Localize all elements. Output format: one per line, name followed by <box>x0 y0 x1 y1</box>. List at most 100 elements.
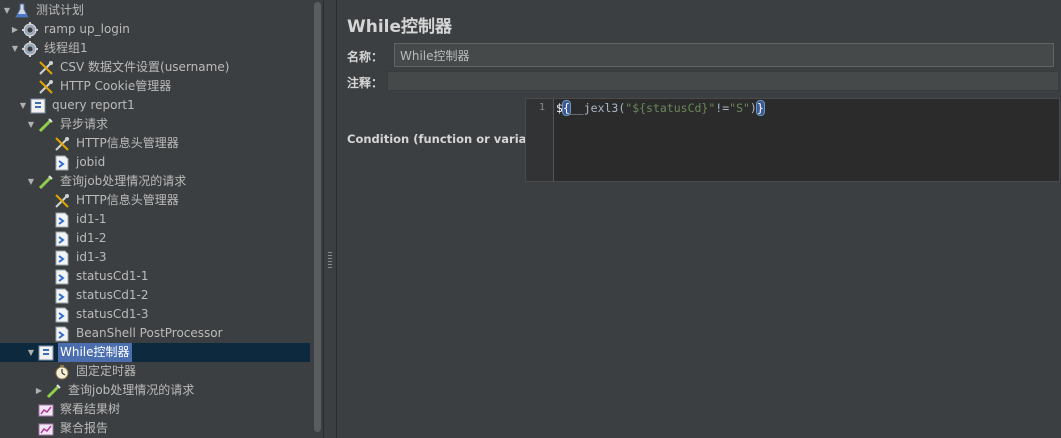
expand-arrow-icon[interactable]: ▼ <box>26 177 36 187</box>
tree-node[interactable]: ▶ ramp up_login <box>0 20 310 39</box>
toggle-placeholder <box>42 215 52 225</box>
tree-node-label: jobid <box>76 155 106 169</box>
tree-node[interactable]: HTTP信息头管理器 <box>0 191 310 210</box>
toggle-placeholder <box>42 158 52 168</box>
condition-label: Condition (function or variable) <box>347 132 552 146</box>
editor-gutter: 1 <box>526 99 554 181</box>
toggle-placeholder <box>26 82 36 92</box>
tree-node-label: statusCd1-3 <box>76 307 149 321</box>
tree-scrollbar-thumb[interactable] <box>314 2 321 432</box>
tree-node-label: HTTP信息头管理器 <box>76 193 179 207</box>
tree-node-label: While控制器 <box>58 343 132 362</box>
splitter-grip-icon <box>328 252 332 268</box>
tree-node[interactable]: CSV 数据文件设置(username) <box>0 58 310 77</box>
tree-node[interactable]: statusCd1-1 <box>0 267 310 286</box>
tree-node-label: HTTP信息头管理器 <box>76 136 179 150</box>
tree-node[interactable]: statusCd1-3 <box>0 305 310 324</box>
tree-node[interactable]: id1-3 <box>0 248 310 267</box>
tree-node-label: 测试计划 <box>36 3 85 17</box>
toggle-placeholder <box>42 253 52 263</box>
tree-node-label: id1-1 <box>76 212 107 226</box>
toggle-placeholder <box>42 234 52 244</box>
code-open-brace: { <box>561 100 571 116</box>
tree-node-label: statusCd1-2 <box>76 288 149 302</box>
tree-node[interactable]: BeanShell PostProcessor <box>0 324 310 343</box>
expand-arrow-icon[interactable]: ▼ <box>18 101 28 111</box>
post-processor-icon <box>54 269 70 285</box>
tree-node[interactable]: ▼ 查询job处理情况的请求 <box>0 172 310 191</box>
toggle-placeholder <box>42 196 52 206</box>
post-processor-icon <box>54 212 70 228</box>
tree-node[interactable]: 察看结果树 <box>0 400 310 419</box>
thread-group-icon <box>22 40 38 57</box>
expand-arrow-icon[interactable]: ▼ <box>26 348 36 358</box>
config-element-icon <box>38 60 54 76</box>
pane-splitter[interactable] <box>323 0 336 438</box>
while-controller-panel: While控制器 名称： 注释： Condition (function or … <box>336 0 1061 438</box>
expand-arrow-icon[interactable]: ▼ <box>26 120 36 130</box>
timer-icon <box>54 364 70 380</box>
post-processor-icon <box>54 155 70 171</box>
collapse-arrow-icon[interactable]: ▶ <box>34 386 44 396</box>
config-element-icon <box>54 193 70 209</box>
tree-node[interactable]: ▼ While控制器 <box>0 343 310 362</box>
tree-node-label: 查询job处理情况的请求 <box>60 174 187 188</box>
condition-code[interactable]: ${__jexl3("${statusCd}"!="S")} <box>556 100 765 116</box>
sampler-icon <box>38 117 54 133</box>
tree-scrollbar[interactable] <box>312 0 323 438</box>
name-input[interactable] <box>394 43 1054 67</box>
toggle-placeholder <box>26 424 36 434</box>
tree-node[interactable]: 聚合报告 <box>0 419 310 438</box>
tree-node-label: statusCd1-1 <box>76 269 149 283</box>
logic-controller-icon <box>30 98 46 114</box>
line-number: 1 <box>538 102 545 113</box>
tree-node[interactable]: ▼ 线程组1 <box>0 39 310 58</box>
listener-icon <box>38 421 54 437</box>
tree-node[interactable]: ▼ 测试计划 <box>0 1 310 20</box>
toggle-placeholder <box>42 310 52 320</box>
tree-node[interactable]: id1-2 <box>0 229 310 248</box>
tree-node-label: BeanShell PostProcessor <box>76 326 223 340</box>
toggle-placeholder <box>42 139 52 149</box>
tree-node[interactable]: ▶ 查询job处理情况的请求 <box>0 381 310 400</box>
code-string-1: "${statusCd}" <box>625 101 716 115</box>
tree-node-label: 异步请求 <box>60 117 109 131</box>
post-processor-icon <box>54 231 70 247</box>
tree-node[interactable]: 固定定时器 <box>0 362 310 381</box>
tree-node[interactable]: HTTP信息头管理器 <box>0 134 310 153</box>
tree-node-label: id1-2 <box>76 231 107 245</box>
code-string-2: "S" <box>729 101 750 115</box>
expand-arrow-icon[interactable]: ▼ <box>10 44 20 54</box>
tree-node[interactable]: ▼ 异步请求 <box>0 115 310 134</box>
tree-node-label: 固定定时器 <box>76 364 137 378</box>
toggle-placeholder <box>42 272 52 282</box>
condition-editor[interactable]: 1 ${__jexl3("${statusCd}"!="S")} <box>525 98 1060 182</box>
comment-input[interactable] <box>387 71 1059 91</box>
tree-node-label: HTTP Cookie管理器 <box>60 79 172 93</box>
listener-icon <box>38 402 54 418</box>
tree-node[interactable]: id1-1 <box>0 210 310 229</box>
tree-node-label: CSV 数据文件设置(username) <box>60 60 230 74</box>
config-element-icon <box>38 79 54 95</box>
toggle-placeholder <box>42 329 52 339</box>
toggle-placeholder <box>42 367 52 377</box>
tree-node[interactable]: statusCd1-2 <box>0 286 310 305</box>
collapse-arrow-icon[interactable]: ▶ <box>10 25 20 35</box>
tree-node-label: 查询job处理情况的请求 <box>68 383 195 397</box>
code-dollar: $ <box>556 101 563 115</box>
tree-node-label: query report1 <box>52 98 135 112</box>
thread-group-icon <box>22 21 38 38</box>
tree-node[interactable]: HTTP Cookie管理器 <box>0 77 310 96</box>
expand-arrow-icon[interactable]: ▼ <box>2 6 12 16</box>
toggle-placeholder <box>26 63 36 73</box>
test-plan-tree[interactable]: ▼ 测试计划 ▶ ramp up_login ▼ 线程组1 CSV 数据文件设置(usern… <box>0 0 312 438</box>
post-processor-icon <box>54 307 70 323</box>
tree-node-label: 聚合报告 <box>60 421 109 435</box>
post-processor-icon <box>54 288 70 304</box>
code-close-paren: ) <box>749 101 757 115</box>
toggle-placeholder <box>42 291 52 301</box>
logic-controller-icon <box>38 345 54 361</box>
tree-node[interactable]: ▼ query report1 <box>0 96 310 115</box>
tree-node[interactable]: jobid <box>0 153 310 172</box>
tree-node-label: ramp up_login <box>44 22 130 36</box>
